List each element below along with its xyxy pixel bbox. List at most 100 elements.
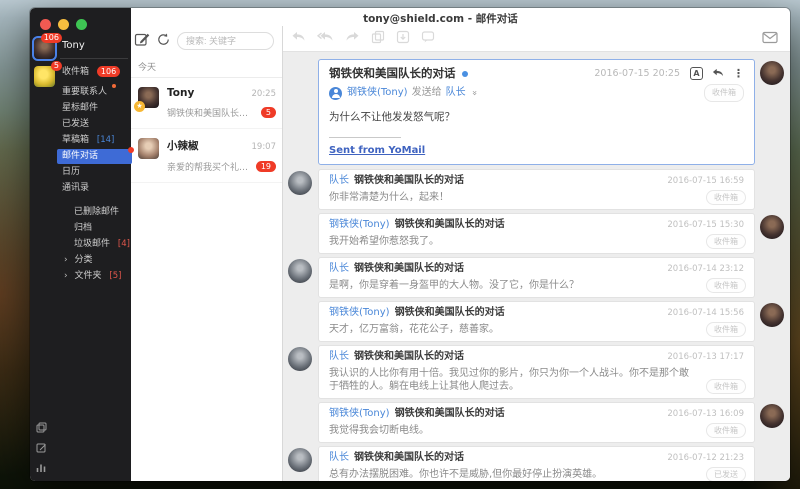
unread-dot [112, 84, 116, 88]
star-badge: ★ [134, 101, 145, 112]
recipient-name[interactable]: 队长 [446, 86, 466, 100]
sidebar-item-label: 日历 [62, 167, 80, 177]
sidebar-item-trash[interactable]: 已删除邮件 [59, 205, 132, 220]
message-row: 队长 钢铁侠和美国队长的对话 2016-07-12 21:23 总有办法摆脱困难… [283, 446, 790, 481]
sender-avatar[interactable] [760, 61, 784, 85]
sidebar-item-label: 归档 [74, 223, 92, 233]
sidebar-item-archive[interactable]: 归档 [59, 221, 132, 236]
translate-icon[interactable]: A [690, 67, 703, 80]
sender-name[interactable]: 钢铁侠(Tony) [347, 86, 408, 100]
sender-name: 小辣椒 [167, 138, 252, 153]
zoom-button[interactable] [76, 19, 87, 30]
message-card[interactable]: 钢铁侠(Tony) 钢铁侠和美国队长的对话 2016-07-14 15:56 天… [318, 301, 755, 342]
search-input[interactable] [177, 32, 274, 50]
sidebar-item-badge: [4] [118, 239, 130, 249]
message-preview: 我认识的人比你有用十倍。我见过你的影片，你只为你一个人战斗。你不是那个敢于牺牲的… [329, 367, 744, 393]
signature-divider [329, 137, 401, 138]
message-preview: 我开始希望你惹怒我了。 [329, 235, 744, 248]
folder-badge: 收件箱 [706, 234, 746, 249]
sidebar-item-label: 邮件对话 [62, 151, 98, 161]
sender-name: 钢铁侠(Tony) [329, 407, 390, 420]
message-subject: 钢铁侠和美国队长的对话 [354, 350, 659, 363]
sender-avatar[interactable] [288, 171, 312, 195]
sidebar-item-label: 已发送 [62, 119, 89, 129]
sidebar-item-spam[interactable]: 垃圾邮件 [4] [59, 237, 132, 252]
archive-icon[interactable] [396, 29, 410, 48]
stats-icon[interactable] [36, 462, 47, 473]
message-card[interactable]: 队长 钢铁侠和美国队长的对话 2016-07-14 23:12 是啊，你是穿着一… [318, 257, 755, 298]
refresh-button[interactable] [156, 32, 171, 51]
unread-count-badge: 5 [261, 107, 276, 118]
expanded-message-card[interactable]: 钢铁侠和美国队长的对话 2016-07-15 20:25 A ⋮ [318, 59, 755, 165]
message-card[interactable]: 钢铁侠(Tony) 钢铁侠和美国队长的对话 2016-07-15 15:30 我… [318, 213, 755, 254]
message-subject: 钢铁侠和美国队长的对话 [354, 174, 659, 187]
message-row: 队长 钢铁侠和美国队长的对话 2016-07-14 23:12 是啊，你是穿着一… [283, 257, 790, 298]
expanded-message-row: 钢铁侠和美国队长的对话 2016-07-15 20:25 A ⋮ [283, 59, 790, 165]
forward-icon[interactable] [345, 29, 360, 48]
feedback-icon[interactable] [36, 442, 47, 453]
more-menu-icon[interactable]: ⋮ [733, 66, 744, 81]
sidebar-item-label: 已删除邮件 [74, 207, 119, 217]
account-unread-badge: 106 [41, 33, 62, 43]
sidebar-item-folders[interactable]: › 文件夹 [5] [59, 269, 132, 284]
sidebar-item-inbox[interactable]: 收件箱 106 [59, 64, 132, 80]
sidebar-item-categories[interactable]: › 分类 [59, 253, 132, 268]
sidebar-item-calendar[interactable]: 日历 [59, 165, 132, 180]
sidebar-item-important-contacts[interactable]: 重要联系人 [59, 81, 132, 100]
message-date: 2016-07-15 16:59 [667, 175, 744, 188]
sidebar-item-sent[interactable]: 已发送 [59, 117, 132, 132]
sidebar-item-conversations[interactable]: 邮件对话 [57, 149, 132, 164]
message-preview: 亲爱的帮我买个礼物回来！ [167, 160, 252, 173]
folder-badge: 收件箱 [706, 278, 746, 293]
sender-avatar[interactable] [288, 259, 312, 283]
window-title: tony@shield.com - 邮件对话 [363, 11, 518, 26]
account-name: Tony [59, 38, 132, 58]
sender-name: 队长 [329, 451, 349, 464]
accounts-icon[interactable] [36, 422, 47, 433]
sidebar-item-label: 星标邮件 [62, 103, 98, 113]
envelope-icon[interactable] [762, 29, 778, 48]
message-list-panel: 今天 ★ Tony 20:25 钢铁侠和美国队长的对话 5 小辣椒 19:07 … [131, 26, 283, 481]
message-card[interactable]: 队长 钢铁侠和美国队长的对话 2016-07-13 17:17 我认识的人比你有… [318, 345, 755, 399]
reply-all-icon[interactable] [317, 29, 334, 48]
chat-icon[interactable] [421, 29, 435, 48]
conversation-toolbar [283, 26, 790, 52]
reply-icon[interactable] [291, 29, 306, 48]
sidebar-menu: Tony 收件箱 106 重要联系人 星标邮件 已发送 草稿箱 [14] 邮件对… [57, 34, 136, 481]
message-date: 2016-07-13 16:09 [667, 408, 744, 421]
sender-avatar[interactable] [760, 404, 784, 428]
message-card[interactable]: 队长 钢铁侠和美国队长的对话 2016-07-12 21:23 总有办法摆脱困难… [318, 446, 755, 481]
sender-avatar[interactable] [760, 303, 784, 327]
sender-name: Tony [167, 87, 252, 99]
account-avatar-pepper-account[interactable]: 5 [34, 66, 55, 87]
message-preview: 我觉得我会切断电线。 [329, 424, 744, 437]
divider [60, 58, 128, 59]
avatar: ★ [138, 87, 159, 108]
sender-avatar[interactable] [288, 448, 312, 472]
message-card[interactable]: 钢铁侠(Tony) 钢铁侠和美国队长的对话 2016-07-13 16:09 我… [318, 402, 755, 443]
reply-icon[interactable] [711, 66, 725, 81]
expand-details-icon[interactable]: » [466, 90, 480, 96]
sidebar-item-badge: 106 [97, 66, 120, 77]
compose-button[interactable] [134, 31, 150, 51]
conversation-thread[interactable]: 钢铁侠和美国队长的对话 2016-07-15 20:25 A ⋮ [283, 52, 790, 481]
sidebar-item-label: 通讯录 [62, 183, 89, 193]
sidebar-item-starred[interactable]: 星标邮件 [59, 101, 132, 116]
close-button[interactable] [40, 19, 51, 30]
message-body: 为什么不让他发发怒气呢？ [329, 110, 744, 124]
account-avatar-tony[interactable]: 106 [34, 38, 55, 59]
list-item[interactable]: ★ Tony 20:25 钢铁侠和美国队长的对话 5 [131, 78, 282, 129]
signature-link[interactable]: Sent from YoMail [329, 145, 425, 156]
copy-icon[interactable] [371, 29, 385, 48]
sender-avatar[interactable] [760, 215, 784, 239]
message-card[interactable]: 队长 钢铁侠和美国队长的对话 2016-07-15 16:59 你非常清楚为什么… [318, 169, 755, 210]
sidebar-item-address-book[interactable]: 通讯录 [59, 181, 132, 196]
message-time: 20:25 [252, 89, 277, 99]
list-item[interactable]: 小辣椒 19:07 亲爱的帮我买个礼物回来！ 19 [131, 129, 282, 183]
minimize-button[interactable] [58, 19, 69, 30]
message-preview: 是啊，你是穿着一身盔甲的大人物。没了它，你是什么？ [329, 279, 744, 292]
sidebar-item-badge: [5] [109, 271, 121, 281]
sender-avatar[interactable] [288, 347, 312, 371]
sidebar-item-drafts[interactable]: 草稿箱 [14] [59, 133, 132, 148]
sender-name: 钢铁侠(Tony) [329, 306, 390, 319]
